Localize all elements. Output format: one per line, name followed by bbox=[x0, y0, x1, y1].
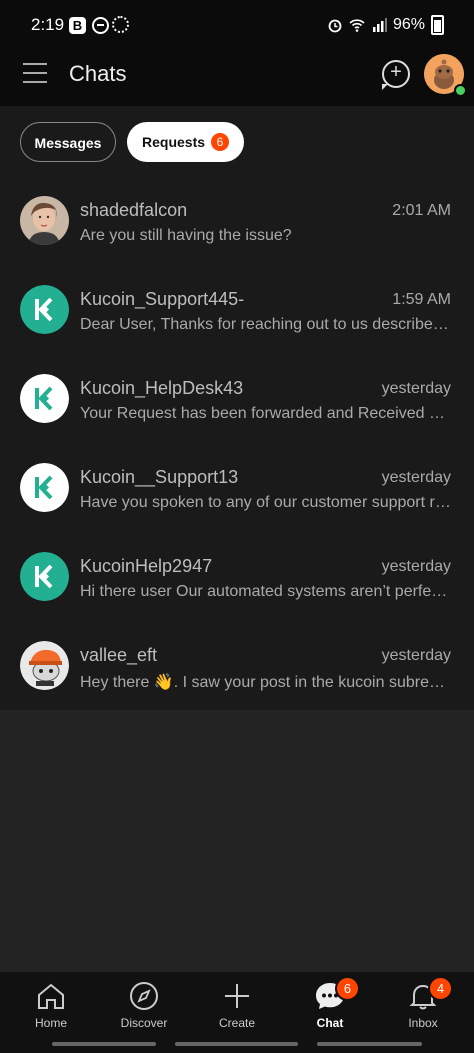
kucoin-avatar bbox=[20, 463, 69, 512]
home-icon bbox=[38, 983, 64, 1009]
chat-preview: Are you still having the issue? bbox=[80, 227, 292, 244]
chat-time: 2:01 AM bbox=[392, 202, 451, 219]
battery-icon bbox=[431, 15, 444, 35]
chat-row[interactable]: Kucoin_HelpDesk43 yesterday Your Request… bbox=[0, 354, 474, 443]
snoo-avatar bbox=[20, 641, 69, 690]
chat-list: shadedfalcon 2:01 AM Are you still havin… bbox=[0, 176, 474, 710]
nav-create-label: Create bbox=[218, 1016, 256, 1030]
requests-tab[interactable]: Requests 6 bbox=[127, 122, 244, 162]
chat-time: yesterday bbox=[381, 558, 451, 575]
dnd-icon bbox=[92, 17, 109, 34]
menu-icon[interactable] bbox=[23, 63, 47, 83]
kucoin-avatar bbox=[20, 552, 69, 601]
app-header: Chats bbox=[0, 52, 474, 106]
alarm-icon bbox=[328, 19, 342, 33]
chat-preview: Your Request has been forwarded and Rece… bbox=[80, 405, 452, 422]
b-app-icon: B bbox=[69, 17, 86, 34]
chat-name: Kucoin_HelpDesk43 bbox=[80, 378, 244, 398]
nav-chat-label: Chat bbox=[316, 1016, 344, 1030]
nav-inbox-label: Inbox bbox=[408, 1016, 438, 1030]
chat-row[interactable]: vallee_eft yesterday Hey there 👋. I saw … bbox=[0, 621, 474, 710]
chat-row[interactable]: shadedfalcon 2:01 AM Are you still havin… bbox=[0, 176, 474, 265]
inbox-count-badge: 4 bbox=[428, 976, 453, 1001]
chat-name: KucoinHelp2947 bbox=[80, 556, 213, 576]
nav-create[interactable]: Create bbox=[190, 972, 284, 1032]
sync-icon bbox=[112, 16, 129, 33]
wifi-icon bbox=[349, 19, 365, 32]
gesture-bar-center bbox=[175, 1042, 298, 1046]
status-time: 2:19 bbox=[31, 15, 65, 34]
gesture-bar-left bbox=[52, 1042, 156, 1046]
nav-home[interactable]: Home bbox=[4, 972, 98, 1032]
messages-tab[interactable]: Messages bbox=[20, 122, 116, 162]
chat-count-badge: 6 bbox=[335, 976, 360, 1001]
plus-icon bbox=[225, 984, 249, 1008]
status-bar: 2:19 B 96% bbox=[0, 0, 474, 52]
chat-row[interactable]: Kucoin__Support13 yesterday Have you spo… bbox=[0, 443, 474, 532]
chat-time: yesterday bbox=[381, 380, 451, 397]
bottom-nav: Home Discover Create 6 Chat 4 Inbox bbox=[0, 972, 474, 1053]
chat-row[interactable]: Kucoin_Support445- 1:59 AM Dear User, Th… bbox=[0, 265, 474, 354]
chat-filters: Messages Requests 6 bbox=[0, 106, 474, 176]
nav-discover[interactable]: Discover bbox=[97, 972, 191, 1032]
person-photo-icon bbox=[20, 196, 69, 245]
chat-name: Kucoin__Support13 bbox=[80, 467, 239, 487]
online-indicator bbox=[454, 84, 467, 97]
kucoin-logo-icon bbox=[20, 463, 69, 512]
empty-area bbox=[0, 710, 474, 972]
compass-icon bbox=[130, 982, 158, 1010]
chat-time: 1:59 AM bbox=[392, 291, 451, 308]
kucoin-avatar bbox=[20, 285, 69, 334]
kucoin-avatar bbox=[20, 374, 69, 423]
snoo-avatar-icon bbox=[20, 641, 69, 690]
nav-discover-label: Discover bbox=[120, 1016, 168, 1030]
battery-percent: 96% bbox=[392, 16, 425, 33]
nav-chat[interactable]: 6 Chat bbox=[283, 972, 377, 1032]
chat-preview: Hey there 👋. I saw your post in the kuco… bbox=[80, 674, 452, 691]
chat-name: Kucoin_Support445- bbox=[80, 289, 245, 309]
requests-tab-label: Requests bbox=[142, 134, 206, 150]
chat-name: shadedfalcon bbox=[80, 200, 188, 220]
person-avatar bbox=[20, 196, 69, 245]
page-title: Chats bbox=[69, 61, 127, 86]
nav-home-label: Home bbox=[34, 1016, 67, 1030]
status-right: 96% bbox=[327, 15, 444, 35]
nav-inbox[interactable]: 4 Inbox bbox=[376, 972, 470, 1032]
chat-preview: Have you spoken to any of our customer s… bbox=[80, 494, 452, 511]
new-chat-icon[interactable] bbox=[382, 60, 410, 90]
chat-preview: Dear User, Thanks for reaching out to us… bbox=[80, 316, 452, 333]
chat-row[interactable]: KucoinHelp2947 yesterday Hi there user O… bbox=[0, 532, 474, 621]
chat-time: yesterday bbox=[381, 647, 451, 664]
requests-count-badge: 6 bbox=[211, 133, 229, 151]
kucoin-logo-icon bbox=[20, 285, 69, 334]
signal-icon bbox=[372, 18, 387, 32]
gesture-bar-right bbox=[317, 1042, 422, 1046]
chat-time: yesterday bbox=[381, 469, 451, 486]
kucoin-logo-icon bbox=[20, 374, 69, 423]
kucoin-logo-icon bbox=[20, 552, 69, 601]
chat-preview: Hi there user Our automated systems aren… bbox=[80, 583, 452, 600]
chat-name: vallee_eft bbox=[80, 645, 158, 665]
